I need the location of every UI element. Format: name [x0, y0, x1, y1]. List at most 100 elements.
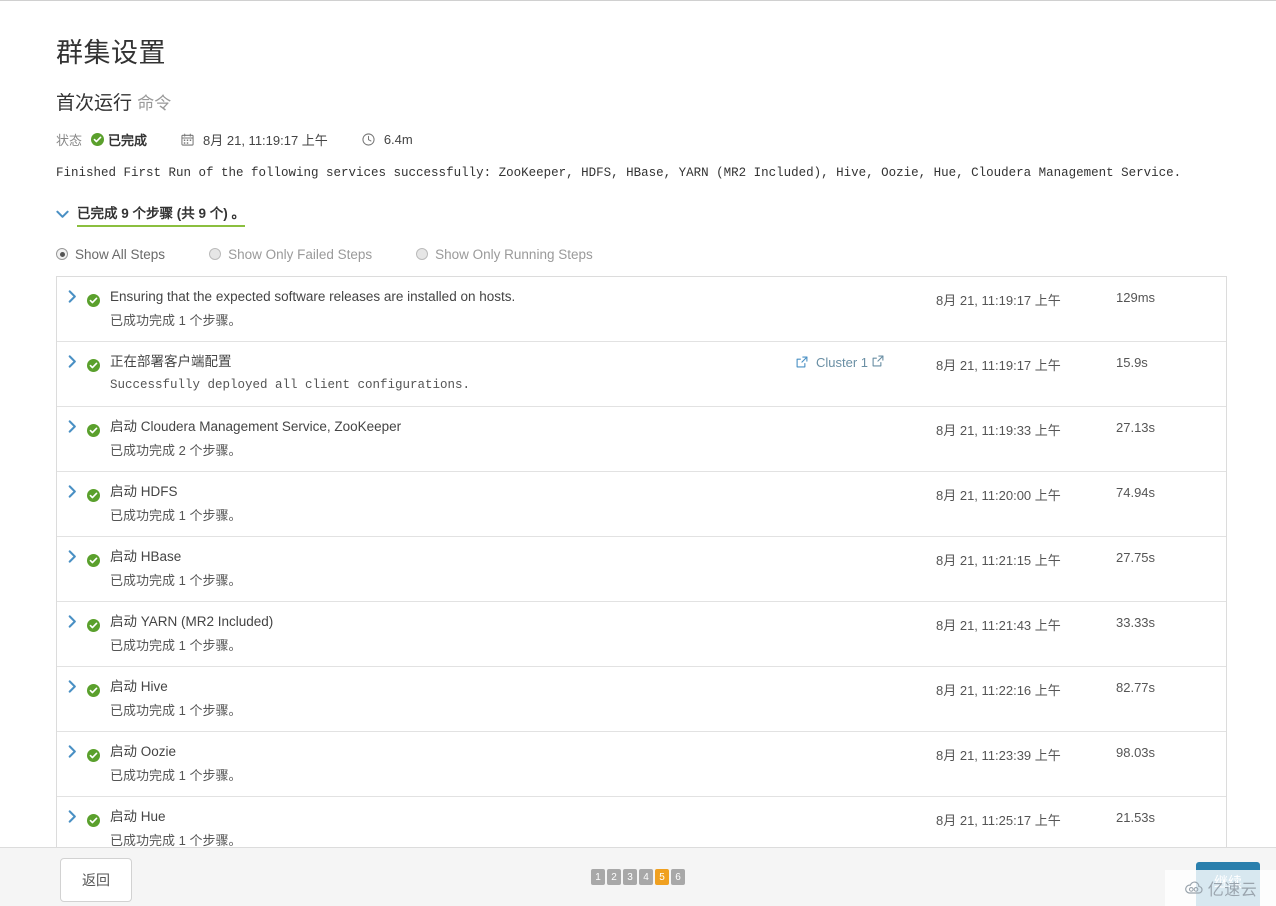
- step-status: [87, 483, 110, 505]
- radio-dot-all[interactable]: [56, 248, 68, 261]
- step-duration: 21.53s: [1116, 809, 1156, 825]
- filter-label-failed: Show Only Failed Steps: [228, 246, 373, 262]
- step-status: [87, 548, 110, 570]
- step-time: 8月 21, 11:19:17 上午: [936, 357, 1061, 373]
- step-title: 正在部署客户端配置: [110, 353, 232, 369]
- expand-toggle[interactable]: [57, 483, 87, 500]
- check-circle-icon: [87, 358, 100, 372]
- table-row[interactable]: 启动 HBase 已成功完成 1 个步骤。 8月 21, 11:21:15 上午 27…: [57, 537, 1226, 602]
- step-time: 8月 21, 11:20:00 上午: [936, 487, 1061, 503]
- step-subtitle: 已成功完成 1 个步骤。: [110, 702, 242, 718]
- pagination-item[interactable]: 6: [671, 869, 685, 885]
- check-circle-icon: [91, 132, 105, 146]
- table-row[interactable]: 启动 HDFS 已成功完成 1 个步骤。 8月 21, 11:20:00 上午 74.…: [57, 472, 1226, 537]
- step-title: 启动 HDFS: [110, 483, 178, 499]
- step-time: 8月 21, 11:23:39 上午: [936, 747, 1061, 763]
- expand-toggle[interactable]: [57, 288, 87, 305]
- step-status: [87, 743, 110, 765]
- pagination-item[interactable]: 1: [591, 869, 605, 885]
- step-status: [87, 353, 110, 375]
- chevron-right-icon[interactable]: [68, 679, 77, 695]
- command-heading: 首次运行 命令: [56, 88, 1230, 115]
- step-time: 8月 21, 11:22:16 上午: [936, 682, 1061, 698]
- expand-toggle[interactable]: [57, 613, 87, 630]
- step-duration: 74.94s: [1116, 484, 1156, 500]
- step-status: [87, 613, 110, 635]
- step-time: 8月 21, 11:19:17 上午: [936, 292, 1061, 308]
- check-circle-icon: [87, 553, 100, 567]
- steps-summary-toggle[interactable]: 已完成 9 个步骤 (共 9 个) 。: [56, 202, 246, 227]
- table-row[interactable]: Ensuring that the expected software rele…: [57, 277, 1226, 342]
- table-row[interactable]: 启动 Hive 已成功完成 1 个步骤。 8月 21, 11:22:16 上午 82.…: [57, 667, 1226, 732]
- cluster-link-label: Cluster 1: [816, 354, 869, 370]
- step-status: [87, 678, 110, 700]
- radio-dot-running[interactable]: [416, 248, 429, 261]
- step-status: [87, 288, 110, 310]
- step-title: 启动 Oozie: [110, 743, 177, 759]
- back-button[interactable]: 返回: [60, 858, 132, 902]
- chevron-right-icon[interactable]: [68, 614, 77, 630]
- expand-toggle[interactable]: [57, 678, 87, 695]
- filter-show-only-failed-steps[interactable]: Show Only Failed Steps: [209, 247, 372, 262]
- pagination-item[interactable]: 2: [607, 869, 621, 885]
- step-duration: 27.75s: [1116, 549, 1156, 565]
- table-row[interactable]: 正在部署客户端配置 Successfully deployed all clien…: [57, 342, 1226, 407]
- step-time: 8月 21, 11:25:17 上午: [936, 812, 1061, 828]
- filter-show-only-running-steps[interactable]: Show Only Running Steps: [416, 247, 593, 262]
- table-row[interactable]: 启动 Oozie 已成功完成 1 个步骤。 8月 21, 11:23:39 上午 98…: [57, 732, 1226, 797]
- step-duration: 129ms: [1116, 289, 1156, 305]
- step-main: 启动 Cloudera Management Service, ZooKeepe…: [110, 418, 796, 459]
- cluster-link[interactable]: Cluster 1: [816, 355, 884, 370]
- step-main: 正在部署客户端配置 Successfully deployed all clien…: [110, 353, 796, 394]
- filter-show-all-steps[interactable]: Show All Steps: [56, 247, 165, 262]
- chevron-right-icon[interactable]: [68, 354, 77, 370]
- calendar-icon: [181, 133, 194, 146]
- chevron-down-icon: [56, 208, 69, 221]
- command-suffix: 命令: [137, 94, 172, 113]
- step-status: [87, 418, 110, 440]
- chevron-right-icon[interactable]: [68, 744, 77, 760]
- expand-toggle[interactable]: [57, 808, 87, 825]
- chevron-right-icon[interactable]: [68, 484, 77, 500]
- step-title: 启动 YARN (MR2 Included): [110, 613, 274, 629]
- step-links: [796, 418, 936, 420]
- step-time: 8月 21, 11:21:43 上午: [936, 617, 1061, 633]
- step-main: 启动 Hue 已成功完成 1 个步骤。: [110, 808, 796, 849]
- step-subtitle: 已成功完成 1 个步骤。: [110, 507, 242, 523]
- continue-button[interactable]: 继续: [1196, 862, 1260, 906]
- duration: 6.4m: [362, 132, 413, 147]
- step-title: 启动 Hive: [110, 678, 168, 694]
- step-duration: 33.33s: [1116, 614, 1156, 630]
- clock-icon: [362, 132, 375, 146]
- step-duration: 27.13s: [1116, 419, 1156, 435]
- chevron-right-icon[interactable]: [68, 809, 77, 825]
- step-filter-radio-group: Show All Steps Show Only Failed Steps Sh…: [56, 247, 1230, 262]
- chevron-right-icon[interactable]: [68, 549, 77, 565]
- step-links: [796, 483, 936, 485]
- external-link-icon[interactable]: [796, 356, 808, 368]
- step-subtitle: 已成功完成 1 个步骤。: [110, 767, 242, 783]
- step-subtitle: 已成功完成 1 个步骤。: [110, 637, 242, 653]
- radio-dot-failed[interactable]: [209, 248, 222, 261]
- cluster-setup-page: 群集设置 首次运行 命令 状态 已完成 8月 21, 11:19:17 上午 6…: [0, 0, 1276, 906]
- pagination-item[interactable]: 4: [639, 869, 653, 885]
- expand-toggle[interactable]: [57, 743, 87, 760]
- pagination-item[interactable]: 3: [623, 869, 637, 885]
- command-name: 首次运行: [56, 93, 133, 114]
- step-duration: 82.77s: [1116, 679, 1156, 695]
- table-row[interactable]: 启动 YARN (MR2 Included) 已成功完成 1 个步骤。 8月 21,…: [57, 602, 1226, 667]
- expand-toggle[interactable]: [57, 418, 87, 435]
- step-title: 启动 Hue: [110, 808, 166, 824]
- step-duration: 15.9s: [1116, 354, 1148, 370]
- expand-toggle[interactable]: [57, 353, 87, 370]
- table-row[interactable]: 启动 Cloudera Management Service, ZooKeepe…: [57, 407, 1226, 472]
- pagination-item[interactable]: 5: [655, 869, 669, 885]
- footer-bar: 返回 123456 继续 亿速云: [0, 847, 1276, 906]
- chevron-right-icon[interactable]: [68, 289, 77, 305]
- expand-toggle[interactable]: [57, 548, 87, 565]
- chevron-right-icon[interactable]: [68, 419, 77, 435]
- command-description: Finished First Run of the following serv…: [56, 166, 1182, 180]
- step-links: [796, 288, 936, 290]
- step-status: [87, 808, 110, 830]
- step-links: [796, 743, 936, 745]
